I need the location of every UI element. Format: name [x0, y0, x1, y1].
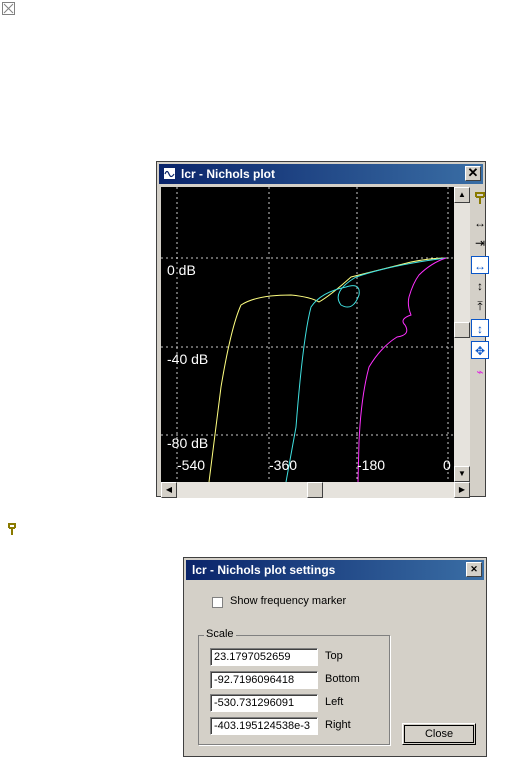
scroll-right-button[interactable]: ▶ [454, 482, 470, 498]
trace-cyan [285, 257, 447, 483]
broken-image-icon [2, 2, 15, 15]
plot-toolbar: ↔ ⇥ ↔ ↕ ⤒ ↕ ✥ ⌁ [471, 187, 489, 482]
tuning-fork-icon [6, 522, 18, 536]
horizontal-scrollbar[interactable]: ◀ ▶ [161, 482, 470, 498]
trace-magenta [357, 257, 447, 483]
settings-title-bar: lcr - Nichols plot settings ✕ [186, 560, 484, 580]
y-label-0db: 0 dB [167, 262, 196, 278]
close-icon[interactable]: ✕ [465, 166, 481, 181]
fit-vertical-icon[interactable]: ↕ [471, 319, 489, 337]
right-label: Right [325, 719, 351, 731]
right-input[interactable]: -403.195124538e-3 [210, 717, 318, 735]
nichols-plot-window: lcr - Nichols plot ✕ 0 dB -40 dB -80 dB … [156, 161, 489, 498]
expand-horizontal-icon[interactable]: ↔ [471, 214, 489, 232]
bottom-label: Bottom [325, 673, 360, 685]
title-bar: lcr - Nichols plot ✕ [159, 164, 483, 184]
fit-horizontal-icon[interactable]: ↔ [471, 256, 489, 274]
y-label-minus80db: -80 dB [167, 435, 208, 451]
vertical-scrollbar[interactable]: ▲ ▼ [454, 187, 470, 482]
marker-icon[interactable]: ⌁ [471, 363, 489, 381]
tuning-fork-icon[interactable] [471, 191, 489, 209]
x-label-minus360: -360 [269, 457, 297, 473]
app-icon [163, 167, 176, 180]
nichols-plot-area[interactable]: 0 dB -40 dB -80 dB -540 -360 -180 0 [161, 187, 454, 483]
x-label-minus180: -180 [357, 457, 385, 473]
scale-group-label: Scale [204, 628, 236, 640]
window-title: lcr - Nichols plot [181, 167, 276, 181]
settings-title: lcr - Nichols plot settings [192, 563, 336, 577]
compress-horizontal-icon[interactable]: ⇥ [471, 234, 489, 252]
left-input[interactable]: -530.731296091 [210, 694, 318, 712]
show-frequency-marker-checkbox[interactable] [212, 597, 223, 608]
compress-vertical-icon[interactable]: ⤒ [471, 297, 489, 315]
x-label-0: 0 [443, 457, 451, 473]
y-label-minus40db: -40 dB [167, 351, 208, 367]
x-label-minus540: -540 [177, 457, 205, 473]
show-frequency-marker-label: Show frequency marker [230, 595, 347, 607]
scroll-thumb[interactable] [454, 322, 470, 338]
settings-dialog: lcr - Nichols plot settings ✕ Show frequ… [183, 557, 487, 757]
top-input[interactable]: 23.1797052659 [210, 648, 318, 666]
top-label: Top [325, 650, 343, 662]
fit-all-icon[interactable]: ✥ [471, 341, 489, 359]
bottom-input[interactable]: -92.7196096418 [210, 671, 318, 689]
scroll-thumb-horizontal[interactable] [307, 482, 323, 498]
left-label: Left [325, 696, 344, 708]
expand-vertical-icon[interactable]: ↕ [471, 277, 489, 295]
scroll-left-button[interactable]: ◀ [161, 482, 177, 498]
scroll-down-button[interactable]: ▼ [454, 466, 470, 482]
scroll-up-button[interactable]: ▲ [454, 187, 470, 203]
close-button[interactable]: Close [402, 723, 476, 745]
close-icon[interactable]: ✕ [466, 562, 482, 577]
